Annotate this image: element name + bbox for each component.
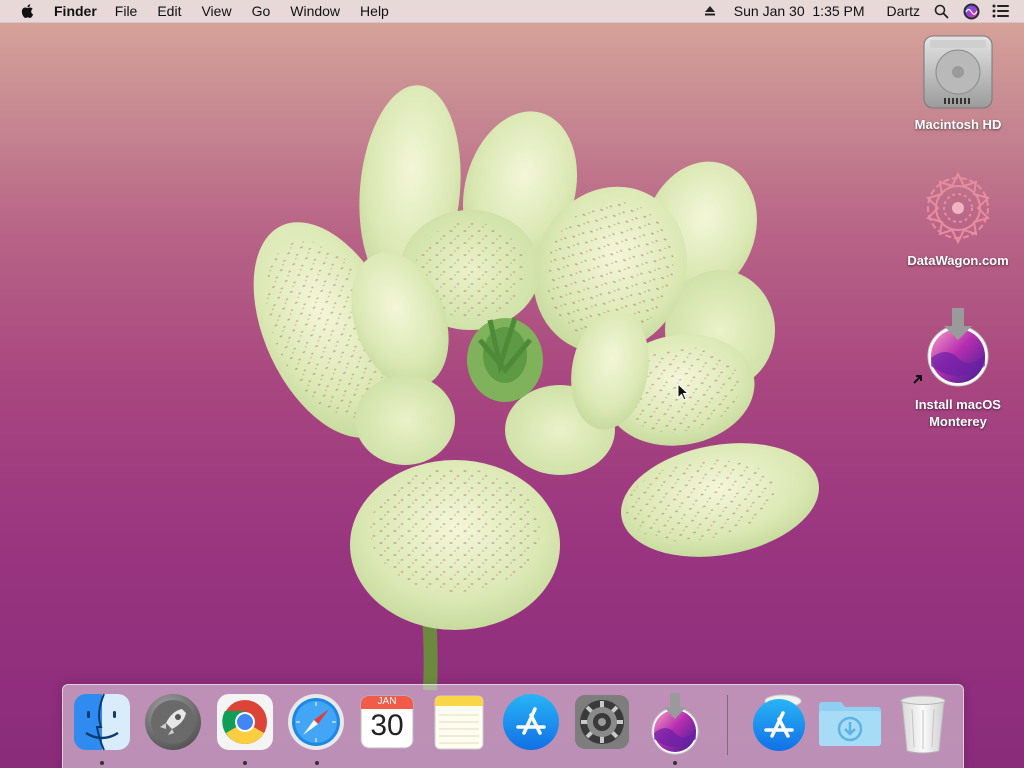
clock[interactable]: Sun Jan 30 1:35 PM [734, 3, 865, 19]
mouse-cursor-icon [677, 382, 690, 406]
desktop-icon-label: Install macOS Monterey [915, 396, 1001, 430]
hard-drive-icon [920, 32, 996, 112]
downloads-folder-icon [817, 693, 883, 755]
dock: JAN 30 [62, 684, 964, 768]
control-center-icon[interactable] [992, 4, 1010, 18]
dock-system-preferences[interactable] [572, 693, 632, 755]
label-line-1: Install macOS [915, 397, 1001, 412]
app-store-icon [502, 693, 560, 755]
dock-separator [727, 695, 728, 755]
running-indicator [673, 761, 677, 765]
running-indicator [315, 761, 319, 765]
menu-edit[interactable]: Edit [157, 3, 181, 19]
running-indicator [243, 761, 247, 765]
alias-arrow-icon [912, 372, 924, 390]
desktop-icon-label: Macintosh HD [914, 117, 1002, 132]
spotlight-search-icon[interactable] [934, 4, 949, 19]
dock-chrome[interactable] [215, 693, 275, 755]
menu-bar: Finder File Edit View Go Window Help Sun… [0, 0, 1024, 23]
trash-icon [898, 693, 948, 755]
desktop-icon-label: DataWagon.com [907, 253, 1009, 268]
dock-notes[interactable] [429, 693, 489, 755]
monterey-installer-icon [646, 693, 704, 755]
system-preferences-icon [573, 693, 631, 755]
menu-file[interactable]: File [115, 3, 138, 19]
chrome-icon [216, 693, 274, 755]
siri-icon[interactable] [963, 3, 980, 20]
desktop-icon-macintosh-hd[interactable]: Macintosh HD [898, 32, 1018, 133]
dock-finder[interactable] [72, 693, 132, 755]
calendar-icon: JAN 30 [358, 693, 416, 751]
dock-safari[interactable] [286, 693, 346, 755]
status-area: Sun Jan 30 1:35 PM Dartz [704, 0, 1024, 22]
dock-app-store[interactable] [501, 693, 561, 755]
safari-icon [287, 693, 345, 755]
wallpaper-flower-image [253, 85, 819, 691]
menu-view[interactable]: View [201, 3, 231, 19]
label-line-2: Monterey [929, 414, 987, 429]
menu-go[interactable]: Go [252, 3, 271, 19]
monterey-installer-icon [913, 306, 998, 392]
calendar-day: 30 [370, 709, 404, 742]
menu-window[interactable]: Window [290, 3, 340, 19]
desktop-icon-install-monterey[interactable]: Install macOS Monterey [898, 306, 1018, 430]
calendar-month: JAN [377, 696, 397, 707]
menu-help[interactable]: Help [360, 3, 389, 19]
dock-launchpad[interactable] [143, 693, 203, 755]
dock-install-monterey[interactable] [645, 693, 705, 755]
dock-downloads[interactable] [817, 693, 883, 755]
user-name[interactable]: Dartz [887, 3, 920, 19]
notes-icon [430, 693, 488, 755]
dock-trash[interactable] [893, 693, 953, 755]
app-store-icon [750, 693, 808, 755]
desktop-icon-datawagon[interactable]: DataWagon.com [898, 168, 1018, 269]
running-indicator [100, 761, 104, 765]
eject-icon[interactable] [704, 5, 716, 17]
menu-app-name[interactable]: Finder [54, 3, 97, 19]
launchpad-icon [144, 693, 202, 755]
apple-menu-icon[interactable] [20, 3, 36, 19]
dock-app-store-downloads[interactable] [749, 693, 809, 755]
finder-icon [73, 693, 131, 755]
dock-calendar[interactable]: JAN 30 [357, 693, 417, 755]
server-alias-icon [918, 168, 998, 248]
